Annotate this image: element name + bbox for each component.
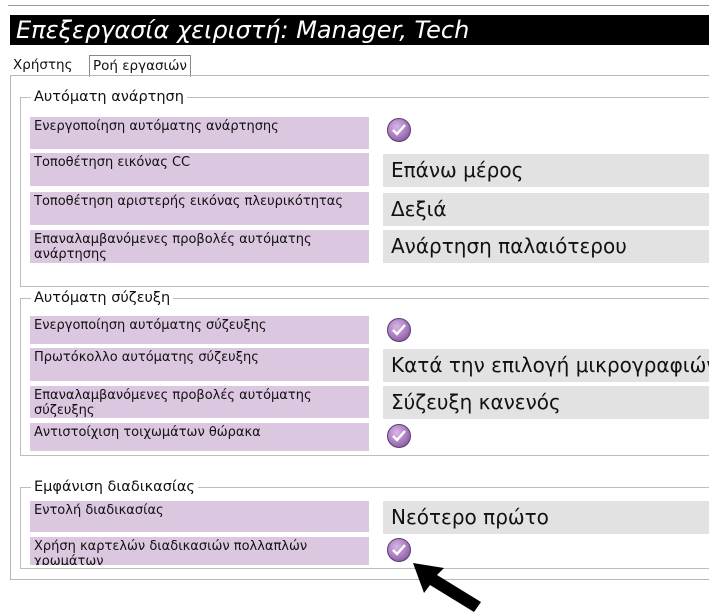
group-title-auto-pairing: Αυτόματη σύζευξη [31, 289, 174, 307]
tab-workflow[interactable]: Ροή εργασιών [89, 55, 191, 77]
label-procedure-order: Εντολή διαδικασίας [30, 501, 369, 532]
window-title: Επεξεργασία χειριστή: Manager, Tech [10, 15, 709, 45]
select-repeated-views-pairing[interactable]: Σύζευξη κανενός [383, 386, 709, 419]
select-cc-image-placement[interactable]: Επάνω μέρος [383, 154, 709, 187]
check-circle-icon[interactable] [387, 318, 411, 342]
label-repeated-views-hanging: Επαναλαμβανόμενες προβολές αυτόματης ανά… [30, 230, 369, 263]
check-circle-icon[interactable] [387, 118, 411, 142]
group-title-auto-hanging: Αυτόματη ανάρτηση [31, 88, 187, 106]
select-repeated-views-hanging[interactable]: Ανάρτηση παλαιότερου [383, 230, 709, 263]
label-cc-image-placement: Τοποθέτηση εικόνας CC [30, 153, 369, 186]
select-procedure-order[interactable]: Νεότερο πρώτο [383, 501, 709, 534]
label-left-image-laterality: Τοποθέτηση αριστερής εικόνας πλευρικότητ… [30, 192, 369, 225]
tab-user[interactable]: Χρήστης [10, 55, 76, 76]
label-enable-auto-pairing: Ενεργοποίηση αυτόματης σύζευξης [30, 316, 369, 344]
group-title-procedure-display: Εμφάνιση διαδικασίας [31, 478, 198, 496]
top-divider [8, 5, 709, 6]
label-repeated-views-pairing: Επαναλαμβανόμενες προβολές αυτόματης σύζ… [30, 386, 369, 418]
label-auto-pairing-protocol: Πρωτόκολλο αυτόματης σύζευξης [30, 348, 369, 381]
label-multicolor-procedure-tabs: Χρήση καρτελών διαδικασιών πολλαπλών χρω… [30, 537, 369, 565]
arrow-pointer-icon [413, 563, 481, 612]
select-auto-pairing-protocol[interactable]: Κατά την επιλογή μικρογραφιών [383, 349, 709, 382]
label-chest-wall-matching: Αντιστοίχιση τοιχωμάτων θώρακα [30, 423, 369, 451]
check-circle-icon[interactable] [387, 424, 411, 448]
select-left-image-laterality[interactable]: Δεξιά [383, 193, 709, 226]
check-circle-icon[interactable] [387, 538, 411, 562]
label-enable-auto-hanging: Ενεργοποίηση αυτόματης ανάρτησης [30, 117, 369, 149]
